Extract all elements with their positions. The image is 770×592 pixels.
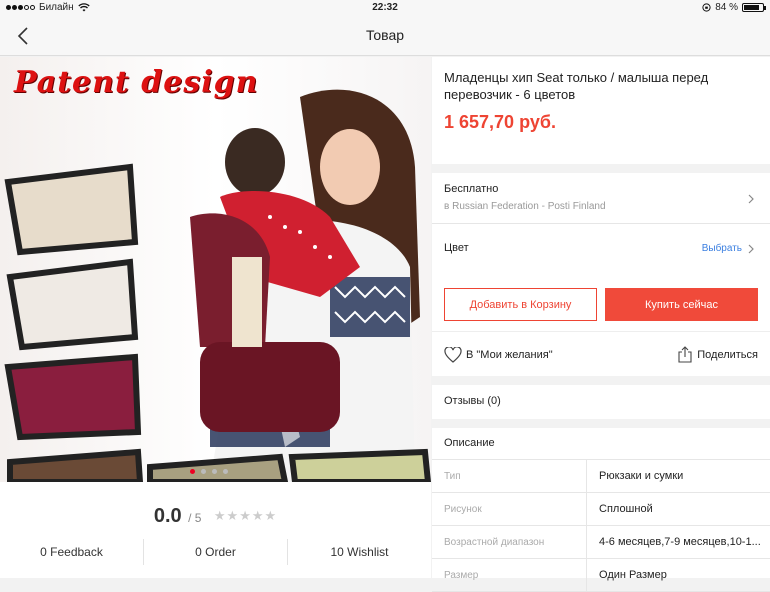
clock: 22:32 — [372, 2, 398, 13]
shipping-row[interactable]: Бесплатно в Russian Federation - Posti F… — [432, 173, 770, 224]
shipping-method: в Russian Federation - Posti Finland — [444, 201, 606, 212]
chevron-right-icon — [748, 194, 754, 204]
description-card: Описание Тип Рюкзаки и сумки Рисунок Спл… — [432, 428, 770, 592]
pager-dot[interactable] — [212, 469, 217, 474]
orientation-lock-icon — [702, 3, 711, 12]
spec-value: 4-6 месяцев,7-9 месяцев,10-1... — [599, 536, 761, 548]
chevron-right-icon — [748, 244, 754, 254]
table-row: Рисунок Сплошной — [432, 493, 770, 526]
spec-key: Тип — [432, 460, 587, 492]
product-price: 1 657,70 руб. — [444, 112, 556, 132]
purchase-buttons: Добавить в Корзину Купить сейчас — [432, 277, 770, 331]
reviews-row[interactable]: Отзывы (0) — [432, 385, 770, 419]
product-details-pane: Младенцы хип Seat только / малыша перед … — [432, 57, 770, 592]
pager-dot[interactable] — [190, 469, 195, 474]
table-row: Тип Рюкзаки и сумки — [432, 460, 770, 493]
product-image[interactable]: Patent design — [0, 57, 431, 482]
spec-key: Размер — [432, 559, 587, 591]
table-row: Возрастной диапазон 4-6 месяцев,7-9 меся… — [432, 526, 770, 559]
rating-stars: ★★★★★ — [213, 508, 278, 523]
wishlist-label: В "Мои желания" — [466, 349, 553, 361]
buy-now-button[interactable]: Купить сейчас — [605, 288, 758, 321]
status-bar: Билайн 22:32 84 % — [0, 0, 770, 16]
color-row[interactable]: Цвет Выбрать — [432, 224, 770, 277]
product-gallery-pane: Patent design 0.0 / 5 ★★★★★ 0 Feedback 0… — [0, 57, 431, 578]
share-label: Поделиться — [697, 348, 758, 361]
rating-score: 0.0 — [153, 505, 182, 527]
feedback-count[interactable]: 0 Feedback — [0, 539, 144, 565]
add-to-cart-button[interactable]: Добавить в Корзину — [444, 288, 597, 321]
spec-value: Один Размер — [599, 569, 667, 581]
table-row: Размер Один Размер — [432, 559, 770, 592]
navigation-bar: Товар — [0, 16, 770, 56]
status-right: 84 % — [702, 2, 766, 13]
pager-dot[interactable] — [201, 469, 206, 474]
options-card: Бесплатно в Russian Federation - Posti F… — [432, 173, 770, 277]
shipping-cost: Бесплатно — [444, 183, 499, 195]
specs-table: Тип Рюкзаки и сумки Рисунок Сплошной Воз… — [432, 459, 770, 592]
battery-icon — [742, 3, 766, 12]
share-icon — [678, 346, 692, 363]
product-title: Младенцы хип Seat только / малыша перед … — [444, 70, 709, 102]
choose-color-link[interactable]: Выбрать — [702, 243, 742, 254]
image-caption: Patent design — [14, 65, 259, 100]
add-to-wishlist-button[interactable]: В "Мои желания" — [444, 347, 553, 363]
share-button[interactable]: Поделиться — [678, 346, 758, 363]
image-pager[interactable] — [190, 469, 228, 474]
spec-key: Возрастной диапазон — [432, 526, 587, 558]
order-count[interactable]: 0 Order — [144, 539, 288, 565]
rating-summary: 0.0 / 5 ★★★★★ — [0, 505, 431, 528]
sample-white — [6, 258, 139, 351]
title-card: Младенцы хип Seat только / малыша перед … — [432, 57, 770, 164]
sample-beige — [4, 163, 139, 256]
sample-olive — [288, 448, 431, 482]
battery-percent: 84 % — [715, 2, 738, 13]
sample-burgundy — [4, 353, 142, 441]
stats-bar: 0 Feedback 0 Order 10 Wishlist — [0, 539, 431, 565]
pager-dot[interactable] — [223, 469, 228, 474]
product-photo — [0, 57, 431, 482]
spec-value: Сплошной — [599, 503, 653, 515]
page-title: Товар — [365, 27, 405, 43]
rating-scale: / 5 — [188, 511, 202, 525]
spec-key: Рисунок — [432, 493, 587, 525]
wishlist-share-card: В "Мои желания" Поделиться — [432, 331, 770, 376]
heart-icon — [444, 347, 462, 363]
wishlist-count[interactable]: 10 Wishlist — [288, 539, 431, 565]
spec-value: Рюкзаки и сумки — [599, 470, 684, 482]
description-title: Описание — [444, 437, 495, 449]
